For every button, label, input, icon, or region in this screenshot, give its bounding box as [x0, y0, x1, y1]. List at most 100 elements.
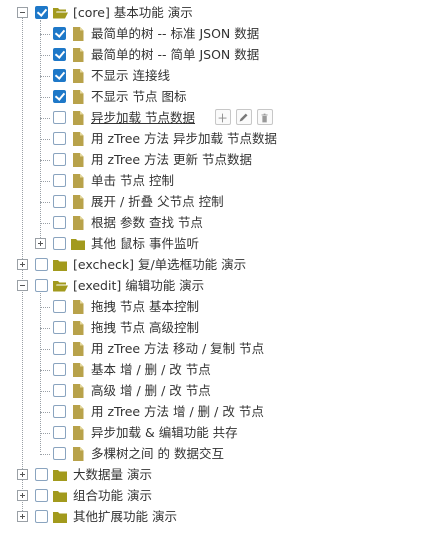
- node-checkbox[interactable]: [53, 48, 66, 61]
- node-checkbox[interactable]: [35, 510, 48, 523]
- node-label[interactable]: 单击 节点 控制: [91, 173, 174, 189]
- node-label[interactable]: 多棵树之间 的 数据交互: [91, 446, 224, 462]
- tree-leaf-node[interactable]: 多棵树之间 的 数据交互: [0, 444, 440, 465]
- expand-toggle[interactable]: [17, 490, 28, 501]
- node-label[interactable]: 异步加载 节点数据: [91, 110, 195, 126]
- collapse-toggle[interactable]: [17, 280, 28, 291]
- node-checkbox[interactable]: [53, 363, 66, 376]
- node-checkbox[interactable]: [53, 342, 66, 355]
- branch-connector: [40, 349, 50, 350]
- tree-leaf-node[interactable]: 根据 参数 查找 节点: [0, 213, 440, 234]
- tree-leaf-node[interactable]: 用 zTree 方法 增 / 删 / 改 节点: [0, 402, 440, 423]
- node-label[interactable]: 用 zTree 方法 异步加载 节点数据: [91, 131, 277, 147]
- node-checkbox[interactable]: [53, 174, 66, 187]
- node-checkbox[interactable]: [53, 216, 66, 229]
- node-label[interactable]: 根据 参数 查找 节点: [91, 215, 203, 231]
- node-label[interactable]: 用 zTree 方法 增 / 删 / 改 节点: [91, 404, 264, 420]
- folder-icon: [52, 467, 68, 483]
- tree-folder-node[interactable]: [exedit] 编辑功能 演示: [0, 276, 440, 297]
- file-icon: [70, 194, 86, 210]
- branch-connector: [40, 181, 50, 182]
- node-label[interactable]: 最简单的树 -- 简单 JSON 数据: [91, 47, 259, 63]
- node-label[interactable]: 大数据量 演示: [73, 467, 152, 483]
- node-label[interactable]: 不显示 连接线: [91, 68, 170, 84]
- tree-leaf-node[interactable]: 基本 增 / 删 / 改 节点: [0, 360, 440, 381]
- node-checkbox[interactable]: [53, 132, 66, 145]
- node-checkbox[interactable]: [35, 258, 48, 271]
- tree-folder-node[interactable]: [excheck] 复/单选框功能 演示: [0, 255, 440, 276]
- node-label[interactable]: 组合功能 演示: [73, 488, 152, 504]
- node-checkbox[interactable]: [53, 447, 66, 460]
- tree-leaf-node[interactable]: 拖拽 节点 高级控制: [0, 318, 440, 339]
- pencil-icon[interactable]: [236, 109, 252, 125]
- branch-connector: [40, 118, 50, 119]
- node-checkbox[interactable]: [53, 27, 66, 40]
- ztree-demo-tree: [core] 基本功能 演示最简单的树 -- 标准 JSON 数据 最简单的树 -…: [0, 0, 440, 537]
- node-checkbox[interactable]: [35, 279, 48, 292]
- node-label[interactable]: 异步加载 & 编辑功能 共存: [91, 425, 238, 441]
- node-checkbox[interactable]: [53, 111, 66, 124]
- node-checkbox[interactable]: [53, 300, 66, 313]
- file-icon: [70, 47, 86, 63]
- file-icon: [70, 26, 86, 42]
- node-checkbox[interactable]: [53, 69, 66, 82]
- tree-leaf-node[interactable]: 最简单的树 -- 标准 JSON 数据: [0, 24, 440, 45]
- node-checkbox[interactable]: [53, 405, 66, 418]
- node-checkbox[interactable]: [53, 90, 66, 103]
- branch-connector: [40, 370, 50, 371]
- node-label[interactable]: [excheck] 复/单选框功能 演示: [73, 257, 246, 273]
- tree-leaf-node[interactable]: 拖拽 节点 基本控制: [0, 297, 440, 318]
- node-label[interactable]: 拖拽 节点 高级控制: [91, 320, 199, 336]
- node-checkbox[interactable]: [53, 153, 66, 166]
- tree-leaf-node[interactable]: 不显示 节点 图标: [0, 87, 440, 108]
- tree-leaf-node[interactable]: 单击 节点 控制: [0, 171, 440, 192]
- file-icon: [70, 89, 86, 105]
- node-label[interactable]: 不显示 节点 图标: [91, 89, 186, 105]
- node-label[interactable]: 高级 增 / 删 / 改 节点: [91, 383, 211, 399]
- node-label[interactable]: 用 zTree 方法 更新 节点数据: [91, 152, 252, 168]
- tree-leaf-node[interactable]: 用 zTree 方法 移动 / 复制 节点: [0, 339, 440, 360]
- tree-leaf-node[interactable]: 异步加载 节点数据: [0, 108, 440, 129]
- node-checkbox[interactable]: [53, 237, 66, 250]
- tree-folder-node[interactable]: [core] 基本功能 演示: [0, 3, 440, 24]
- expand-toggle[interactable]: [17, 469, 28, 480]
- tree-leaf-node[interactable]: 用 zTree 方法 异步加载 节点数据: [0, 129, 440, 150]
- tree-folder-node[interactable]: 其他扩展功能 演示: [0, 507, 440, 528]
- add-icon[interactable]: [215, 109, 231, 125]
- node-label[interactable]: 展开 / 折叠 父节点 控制: [91, 194, 224, 210]
- node-checkbox[interactable]: [35, 468, 48, 481]
- tree-folder-node[interactable]: 其他 鼠标 事件监听: [0, 234, 440, 255]
- expand-toggle[interactable]: [17, 259, 28, 270]
- collapse-toggle[interactable]: [17, 7, 28, 18]
- node-checkbox[interactable]: [53, 426, 66, 439]
- tree-folder-node[interactable]: 组合功能 演示: [0, 486, 440, 507]
- node-label[interactable]: 最简单的树 -- 标准 JSON 数据: [91, 26, 259, 42]
- node-label[interactable]: 基本 增 / 删 / 改 节点: [91, 362, 211, 378]
- tree-leaf-node[interactable]: 不显示 连接线: [0, 66, 440, 87]
- tree-leaf-node[interactable]: 最简单的树 -- 简单 JSON 数据: [0, 45, 440, 66]
- file-icon: [70, 425, 86, 441]
- node-checkbox[interactable]: [35, 6, 48, 19]
- file-icon: [70, 320, 86, 336]
- tree-leaf-node[interactable]: 展开 / 折叠 父节点 控制: [0, 192, 440, 213]
- trash-icon[interactable]: [257, 109, 273, 125]
- node-label[interactable]: 其他扩展功能 演示: [73, 509, 177, 525]
- folder-icon: [52, 488, 68, 504]
- node-label[interactable]: 其他 鼠标 事件监听: [91, 236, 199, 252]
- expand-toggle[interactable]: [17, 511, 28, 522]
- tree-folder-node[interactable]: 大数据量 演示: [0, 465, 440, 486]
- node-checkbox[interactable]: [53, 195, 66, 208]
- node-checkbox[interactable]: [53, 321, 66, 334]
- tree-leaf-node[interactable]: 异步加载 & 编辑功能 共存: [0, 423, 440, 444]
- branch-connector: [40, 454, 50, 455]
- branch-connector: [40, 328, 50, 329]
- node-checkbox[interactable]: [35, 489, 48, 502]
- expand-toggle[interactable]: [35, 238, 46, 249]
- node-checkbox[interactable]: [53, 384, 66, 397]
- tree-leaf-node[interactable]: 用 zTree 方法 更新 节点数据: [0, 150, 440, 171]
- tree-leaf-node[interactable]: 高级 增 / 删 / 改 节点: [0, 381, 440, 402]
- node-label[interactable]: 用 zTree 方法 移动 / 复制 节点: [91, 341, 264, 357]
- node-label[interactable]: [core] 基本功能 演示: [73, 5, 193, 21]
- node-label[interactable]: [exedit] 编辑功能 演示: [73, 278, 204, 294]
- node-label[interactable]: 拖拽 节点 基本控制: [91, 299, 199, 315]
